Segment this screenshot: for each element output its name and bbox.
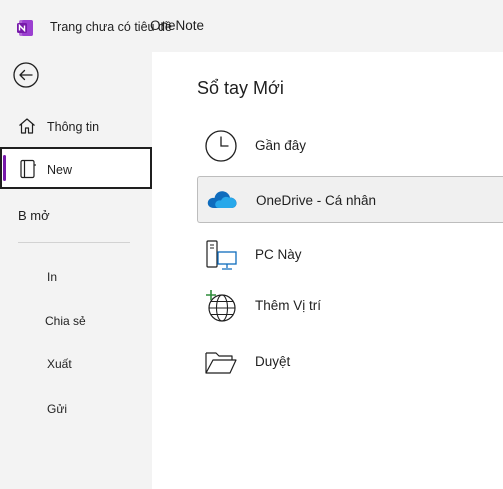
app-name: OneNote [150, 18, 205, 33]
location-label: Thêm Vị trí [255, 298, 322, 313]
location-onedrive[interactable]: OneDrive - Cá nhân [197, 176, 503, 223]
location-label: Duyệt [255, 354, 291, 369]
sidebar-item-print[interactable]: In [47, 270, 57, 284]
sidebar-item-share[interactable]: Chia sẻ [45, 314, 86, 328]
location-recent[interactable]: Gần đây [197, 122, 503, 169]
sidebar-item-send[interactable]: Gửi [47, 402, 67, 416]
location-label: PC Này [255, 247, 302, 262]
title-bar: Trang chưa có tiêu đề OneNote [0, 0, 503, 52]
sidebar-item-label: B mở [18, 208, 50, 223]
this-pc-icon [206, 240, 237, 270]
location-label: Gần đây [255, 138, 307, 153]
onenote-app-icon [17, 20, 33, 36]
sidebar-item-info[interactable]: Thông tin [0, 107, 150, 147]
notebook-icon [20, 159, 36, 179]
page-title: Sổ tay Mới [197, 78, 284, 98]
sidebar-divider [18, 242, 130, 243]
selection-indicator [3, 155, 6, 181]
folder-open-icon [205, 352, 237, 374]
sidebar-item-open[interactable]: B mở [0, 195, 150, 235]
back-arrow-icon[interactable] [12, 61, 40, 89]
location-add-place[interactable]: Thêm Vị trí [197, 282, 503, 329]
sidebar-item-export[interactable]: Xuất [47, 357, 72, 371]
location-browse[interactable]: Duyệt [197, 338, 503, 385]
location-this-pc[interactable]: PC Này [197, 231, 503, 278]
onedrive-cloud-icon [207, 191, 237, 208]
sidebar-item-label: Thông tin [47, 120, 100, 134]
location-label: OneDrive - Cá nhân [256, 193, 377, 208]
sidebar-item-new[interactable]: New [0, 147, 152, 189]
clock-icon [205, 130, 237, 162]
home-icon [19, 118, 35, 134]
sidebar-item-label: New [47, 163, 73, 177]
add-place-globe-icon [206, 290, 236, 322]
